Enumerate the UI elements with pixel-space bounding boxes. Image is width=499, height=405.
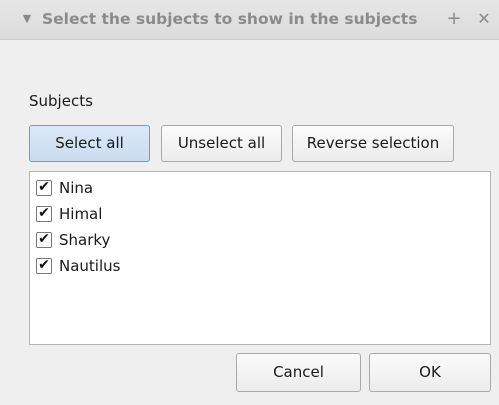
list-item-label: Nautilus <box>59 257 121 275</box>
ok-button[interactable]: OK <box>369 353 491 392</box>
check-icon: ✔ <box>38 231 50 247</box>
subjects-list[interactable]: ✔ Nina ✔ Himal ✔ Sharky ✔ Nautilus <box>29 171 491 345</box>
select-subjects-dialog: ▼ Select the subjects to show in the sub… <box>0 0 499 405</box>
close-icon[interactable]: ✕ <box>475 7 493 31</box>
checkbox-himal[interactable]: ✔ <box>36 205 52 222</box>
dialog-title: Select the subjects to show in the subje… <box>42 10 418 28</box>
list-item-label: Himal <box>59 205 103 223</box>
cancel-button[interactable]: Cancel <box>236 353 361 392</box>
list-item-himal[interactable]: ✔ Himal <box>36 201 102 227</box>
reverse-selection-button[interactable]: Reverse selection <box>292 125 454 162</box>
list-item-label: Sharky <box>59 231 111 249</box>
checkbox-nina[interactable]: ✔ <box>36 179 52 196</box>
check-icon: ✔ <box>38 257 50 273</box>
unselect-all-button[interactable]: Unselect all <box>161 125 282 162</box>
checkbox-nautilus[interactable]: ✔ <box>36 257 52 274</box>
collapse-icon[interactable]: ▼ <box>20 8 34 30</box>
select-all-button[interactable]: Select all <box>29 125 150 162</box>
list-item-sharky[interactable]: ✔ Sharky <box>36 227 110 253</box>
list-item-nina[interactable]: ✔ Nina <box>36 175 93 201</box>
checkbox-sharky[interactable]: ✔ <box>36 231 52 248</box>
list-item-nautilus[interactable]: ✔ Nautilus <box>36 253 120 279</box>
plus-icon[interactable]: + <box>445 7 463 31</box>
check-icon: ✔ <box>38 179 50 195</box>
subjects-label: Subjects <box>29 92 93 110</box>
title-bar[interactable]: ▼ Select the subjects to show in the sub… <box>0 0 499 40</box>
check-icon: ✔ <box>38 205 50 221</box>
list-item-label: Nina <box>59 179 94 197</box>
